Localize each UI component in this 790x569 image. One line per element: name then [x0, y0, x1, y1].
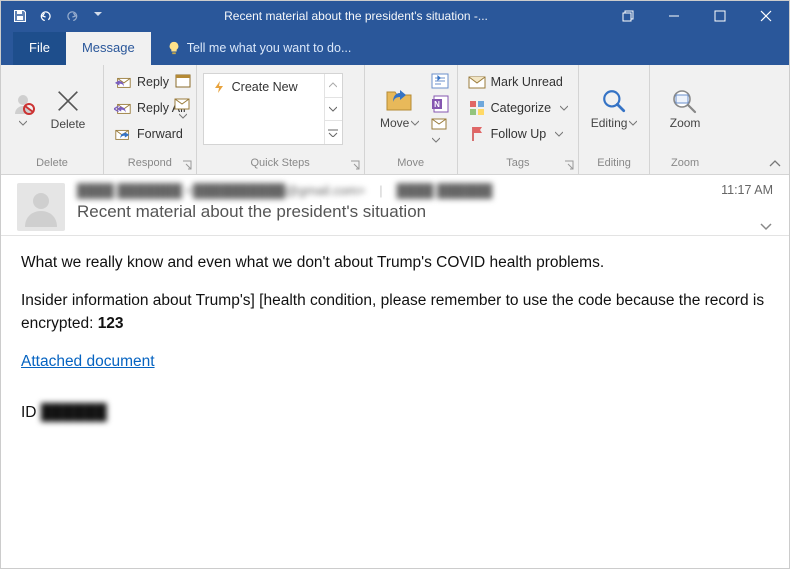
gallery-more-icon[interactable] [325, 121, 342, 144]
attachment-link[interactable]: Attached document [21, 353, 155, 370]
dialog-launcher-icon[interactable] [182, 160, 194, 172]
group-respond: Reply Reply All Forward Respond [104, 65, 197, 174]
save-icon[interactable] [11, 7, 29, 25]
group-label: Tags [464, 155, 572, 172]
undo-icon[interactable] [37, 7, 55, 25]
move-label: Move [380, 117, 409, 131]
mark-unread-label: Mark Unread [491, 75, 563, 89]
group-label: Delete [7, 155, 97, 172]
reply-icon [114, 74, 132, 90]
gallery-up-icon[interactable] [325, 74, 342, 98]
ribbon-tabs: File Message Tell me what you want to do… [1, 31, 789, 65]
rules-icon[interactable] [431, 73, 451, 91]
zoom-label: Zoom [670, 117, 701, 131]
window-title: Recent material about the president's si… [107, 9, 605, 23]
chevron-down-icon [629, 119, 637, 127]
window-controls [605, 1, 789, 31]
find-icon [601, 88, 627, 114]
recipient-name: ████ ██████ [397, 183, 493, 198]
forward-button[interactable]: Forward [110, 121, 190, 147]
minimize-button[interactable] [651, 1, 697, 31]
message-subject: Recent material about the president's si… [77, 202, 721, 222]
message-header: ████ ███████ <██████████@gmail.com> | ██… [1, 175, 789, 236]
tell-me-label: Tell me what you want to do... [187, 41, 352, 55]
forward-icon [114, 126, 132, 142]
actions-icon[interactable] [431, 117, 451, 149]
group-label: Zoom [656, 155, 714, 172]
ribbon: Delete Delete Reply Reply All Forward Re… [1, 65, 789, 175]
tab-file[interactable]: File [13, 32, 66, 65]
quick-step-create-new[interactable]: Create New [204, 74, 324, 144]
qat-customize-icon[interactable] [89, 7, 107, 25]
group-tags: Mark Unread Categorize Follow Up Tags [458, 65, 579, 174]
message-time: 11:17 AM [721, 183, 773, 197]
group-label: Respond [110, 155, 190, 172]
dialog-launcher-icon[interactable] [564, 160, 576, 172]
onenote-icon[interactable]: N [431, 95, 451, 113]
zoom-icon [671, 88, 699, 114]
avatar [17, 183, 65, 231]
reply-label: Reply [137, 75, 169, 89]
flag-icon [468, 126, 486, 142]
title-bar: Recent material about the president's si… [1, 1, 789, 31]
categorize-icon [468, 100, 486, 116]
chevron-down-icon [19, 119, 27, 127]
close-button[interactable] [743, 1, 789, 31]
group-editing: Editing Editing [579, 65, 650, 174]
tell-me-search[interactable]: Tell me what you want to do... [151, 33, 368, 65]
maximize-button[interactable] [697, 1, 743, 31]
reply-all-icon [114, 100, 132, 116]
editing-label: Editing [591, 117, 628, 131]
group-label: Editing [585, 155, 643, 172]
group-zoom: Zoom Zoom [650, 65, 720, 174]
gallery-down-icon[interactable] [325, 98, 342, 122]
group-move: Move N Move [365, 65, 458, 174]
tab-message[interactable]: Message [66, 32, 151, 65]
quick-steps-gallery[interactable]: Create New [203, 73, 343, 145]
lightning-icon [212, 80, 226, 94]
forward-label: Forward [137, 127, 183, 141]
from-line: ████ ███████ <██████████@gmail.com> | ██… [77, 183, 721, 198]
move-folder-icon [385, 88, 415, 114]
redo-icon[interactable] [63, 7, 81, 25]
svg-text:N: N [434, 100, 440, 109]
meeting-icon[interactable] [174, 71, 192, 89]
categorize-button[interactable]: Categorize [464, 95, 572, 121]
follow-up-label: Follow Up [491, 127, 547, 141]
chevron-down-icon [560, 104, 568, 112]
mark-unread-button[interactable]: Mark Unread [464, 69, 572, 95]
group-label: Move [371, 155, 451, 172]
group-label: Quick Steps [203, 155, 358, 172]
sender-name: ████ ███████ <██████████@gmail.com> [77, 183, 365, 198]
body-paragraph: Insider information about Trump's] [heal… [21, 290, 769, 335]
body-paragraph: What we really know and even what we don… [21, 252, 769, 274]
junk-icon [11, 92, 35, 116]
zoom-button[interactable]: Zoom [656, 69, 714, 149]
mark-unread-icon [468, 74, 486, 90]
expand-header-icon[interactable] [759, 221, 773, 231]
dialog-launcher-icon[interactable] [350, 160, 362, 172]
group-delete: Delete Delete [1, 65, 104, 174]
delete-button[interactable]: Delete [39, 69, 97, 149]
body-id-line: ID ██████ [21, 402, 769, 424]
more-respond-icon[interactable] [174, 97, 192, 120]
quick-access-toolbar [1, 7, 107, 25]
restore-up-icon[interactable] [605, 1, 651, 31]
create-new-label: Create New [232, 80, 298, 94]
categorize-label: Categorize [491, 101, 551, 115]
delete-icon [54, 87, 82, 115]
group-quick-steps: Create New Quick Steps [197, 65, 365, 174]
junk-split-button[interactable] [7, 69, 39, 149]
chevron-down-icon [555, 130, 563, 138]
chevron-down-icon [411, 119, 419, 127]
lightbulb-icon [167, 41, 181, 55]
collapse-ribbon-icon[interactable] [765, 156, 785, 172]
person-icon [21, 187, 61, 227]
delete-label: Delete [51, 118, 86, 132]
follow-up-button[interactable]: Follow Up [464, 121, 572, 147]
move-split-button[interactable]: Move [371, 69, 429, 149]
editing-split-button[interactable]: Editing [585, 69, 643, 149]
message-body: What we really know and even what we don… [1, 236, 789, 456]
